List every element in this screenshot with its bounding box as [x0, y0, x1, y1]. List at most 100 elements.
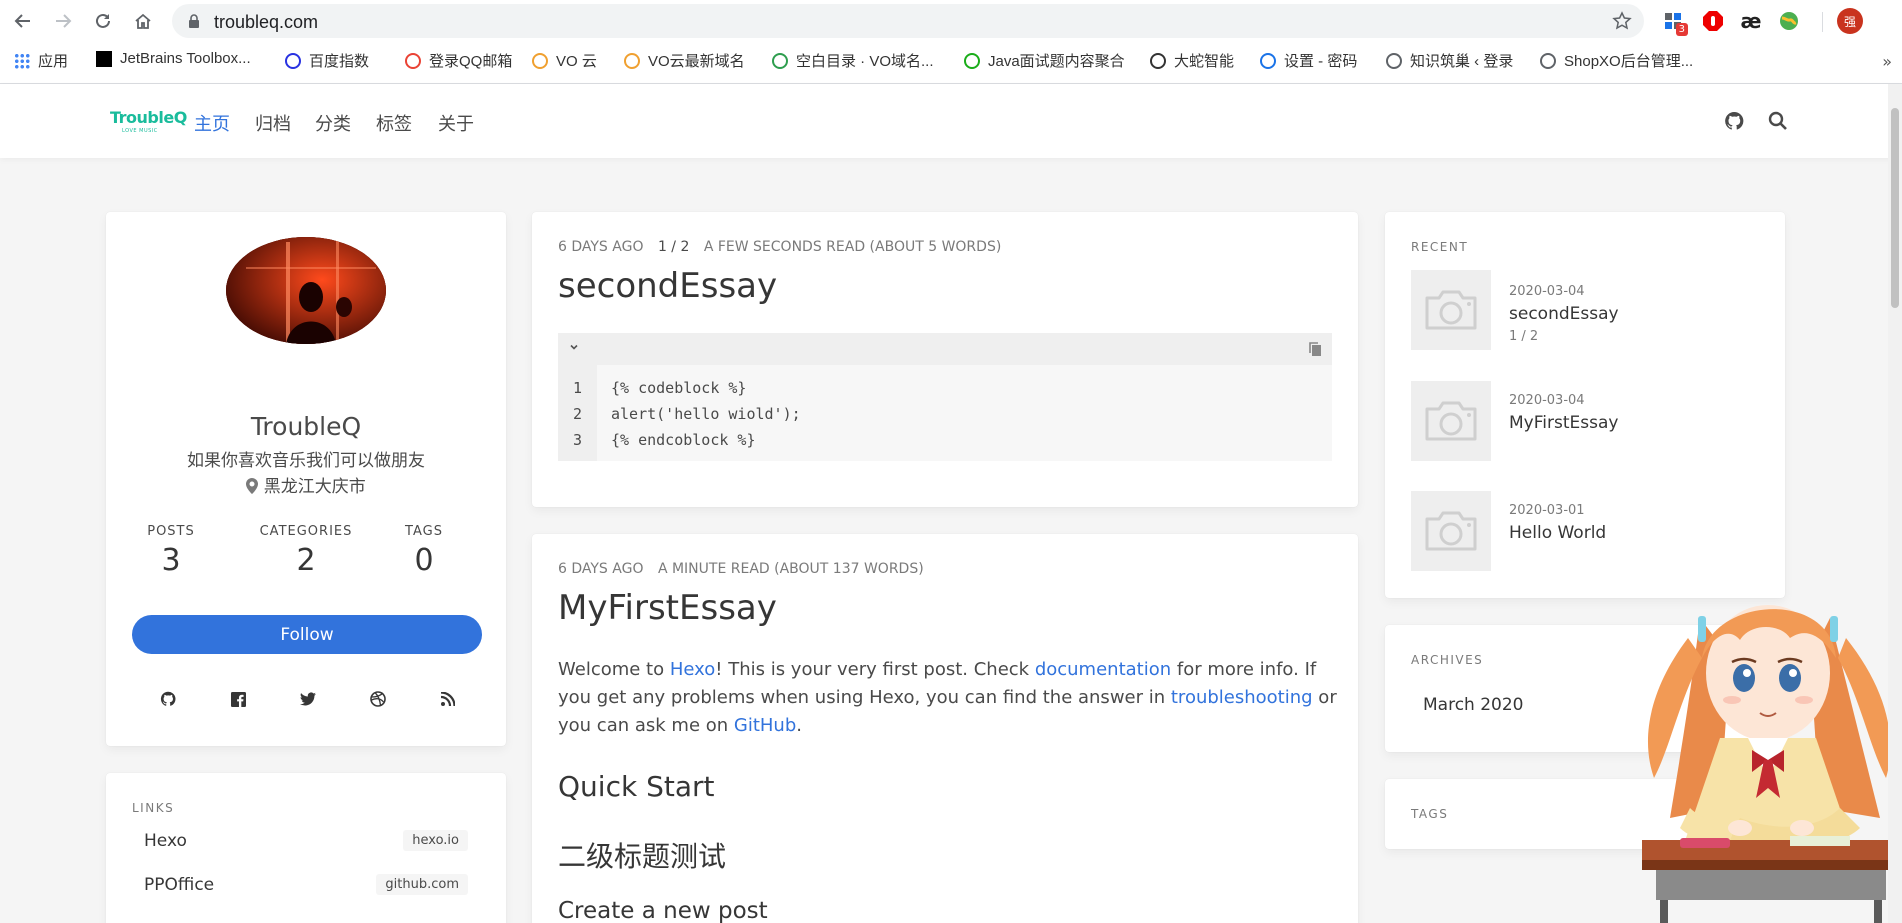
bookmark-item[interactable]: 空白目录 · VO域名...: [772, 50, 934, 71]
settings-gear-icon: [1260, 52, 1276, 69]
recent-card: RECENT 2020-03-04 secondEssay 1 / 2 2020…: [1385, 212, 1785, 598]
bookmark-item[interactable]: 百度指数: [285, 50, 369, 71]
bookmark-item[interactable]: 设置 - 密码: [1260, 50, 1357, 71]
camera-icon: [1425, 290, 1477, 330]
code-line: {% endcoblock %}: [611, 431, 756, 449]
dribbble-icon: [370, 691, 386, 707]
post-title[interactable]: secondEssay: [558, 266, 777, 306]
bookmark-item[interactable]: Java面试题内容聚合: [964, 50, 1125, 71]
bookmark-label: 知识筑巢 ‹ 登录: [1410, 53, 1514, 70]
globe-gray-icon: [1386, 52, 1402, 69]
github-icon: [1725, 111, 1744, 130]
globe-orange-icon: [532, 52, 548, 69]
location-text: 黑龙江大庆市: [263, 477, 366, 497]
bookmark-label: 空白目录 · VO域名...: [796, 53, 934, 70]
recent-post-title[interactable]: Hello World: [1509, 523, 1606, 543]
thumbnail-placeholder[interactable]: [1411, 270, 1491, 350]
bookmark-item[interactable]: JetBrains Toolbox...: [96, 50, 251, 67]
qq-mail-icon: [405, 52, 421, 69]
chevron-down-icon[interactable]: [568, 341, 580, 353]
nav-tags[interactable]: 标签: [376, 110, 412, 136]
thumbnail-placeholder[interactable]: [1411, 381, 1491, 461]
recent-post-title[interactable]: MyFirstEssay: [1509, 413, 1618, 433]
bookmark-item[interactable]: 登录QQ邮箱: [405, 50, 512, 71]
navbar-github-button[interactable]: [1724, 111, 1744, 135]
nav-home[interactable]: 主页: [194, 110, 230, 136]
post-date: 6 DAYS AGO: [558, 561, 644, 577]
jetbrains-icon: [96, 50, 112, 67]
extension-ae[interactable]: æ: [1738, 8, 1764, 34]
bookmark-star-icon[interactable]: [1612, 11, 1632, 31]
lock-icon[interactable]: [188, 14, 200, 28]
stat-value: 2: [296, 543, 316, 578]
bookmark-item[interactable]: VO 云: [532, 50, 597, 71]
social-github-link[interactable]: [158, 689, 178, 709]
post-read-time: A FEW SECONDS READ (ABOUT 5 WORDS): [703, 239, 1002, 255]
post-title[interactable]: MyFirstEssay: [558, 588, 777, 628]
post-category[interactable]: 1 / 2: [658, 239, 689, 255]
recent-post-title[interactable]: secondEssay: [1509, 304, 1619, 324]
link-hexo[interactable]: Hexo: [670, 659, 715, 680]
address-bar[interactable]: troubleq.com: [172, 4, 1644, 38]
thumbnail-placeholder[interactable]: [1411, 491, 1491, 571]
url-text[interactable]: troubleq.com: [214, 12, 318, 33]
extension-puzzle[interactable]: 3: [1660, 8, 1688, 36]
page-scrollbar[interactable]: [1888, 84, 1902, 923]
stat-categories[interactable]: CATEGORIES 2: [228, 524, 384, 578]
profile-avatar[interactable]: 强: [1837, 8, 1863, 34]
social-twitter-link[interactable]: [298, 689, 318, 709]
post-excerpt: Welcome to Hexo! This is your very first…: [558, 656, 1338, 740]
scrollbar-thumb[interactable]: [1891, 108, 1899, 308]
bookmark-item[interactable]: 大蛇智能: [1150, 50, 1234, 71]
bookmarks-overflow-button[interactable]: »: [1882, 52, 1892, 71]
link-documentation[interactable]: documentation: [1035, 659, 1171, 680]
nav-archives[interactable]: 归档: [255, 110, 291, 136]
social-rss-link[interactable]: [438, 689, 458, 709]
stat-posts[interactable]: POSTS 3: [106, 524, 236, 578]
navbar-search-button[interactable]: [1768, 111, 1788, 135]
back-button[interactable]: [10, 8, 36, 34]
bookmark-label: ShopXO后台管理...: [1564, 53, 1694, 70]
link-troubleshooting[interactable]: troubleshooting: [1171, 687, 1313, 708]
link-github[interactable]: GitHub: [734, 715, 796, 736]
archive-item[interactable]: March 2020: [1423, 695, 1524, 715]
stat-tags[interactable]: TAGS 0: [374, 524, 474, 578]
profile-location: 黑龙江大庆市: [106, 472, 506, 497]
recent-category[interactable]: 1 / 2: [1509, 329, 1538, 344]
stat-value: 0: [414, 543, 434, 578]
site-logo[interactable]: TroubleQ: [110, 108, 187, 127]
stat-label: CATEGORIES: [259, 524, 353, 539]
home-button[interactable]: [130, 8, 156, 34]
profile-card: TroubleQ 如果你喜欢音乐我们可以做朋友 黑龙江大庆市 POSTS 3 C…: [106, 212, 506, 746]
copy-icon[interactable]: [1308, 341, 1322, 357]
line-number: 1: [572, 379, 583, 397]
snake-icon: [1150, 52, 1166, 69]
site-navbar: TroubleQ LOVE MUSIC 主页 归档 分类 标签 关于: [0, 84, 1902, 158]
search-icon: [1768, 111, 1787, 130]
social-dribbble-link[interactable]: [368, 689, 388, 709]
link-name: PPOffice: [144, 874, 215, 895]
bookmark-item[interactable]: 知识筑巢 ‹ 登录: [1386, 50, 1513, 71]
bookmark-item[interactable]: 应用: [14, 50, 68, 71]
camera-icon: [1425, 401, 1477, 441]
extension-adblock[interactable]: [1700, 8, 1726, 34]
reload-button[interactable]: [90, 8, 116, 34]
ae-icon: æ: [1740, 9, 1762, 33]
live2d-mascot[interactable]: [1640, 578, 1902, 923]
follow-button[interactable]: Follow: [132, 615, 482, 654]
recent-date: 2020-03-04: [1509, 393, 1585, 408]
nav-about[interactable]: 关于: [438, 110, 474, 136]
link-item-ppoffice[interactable]: PPOffice github.com: [144, 874, 468, 895]
social-facebook-link[interactable]: [228, 689, 248, 709]
bookmark-label: 百度指数: [309, 53, 370, 70]
stat-label: POSTS: [147, 524, 195, 539]
bookmark-item[interactable]: VO云最新域名: [624, 50, 745, 71]
link-item-hexo[interactable]: Hexo hexo.io: [144, 830, 468, 851]
nav-categories[interactable]: 分类: [315, 110, 351, 136]
bookmark-item[interactable]: ShopXO后台管理...: [1540, 50, 1693, 71]
extension-globe[interactable]: [1776, 8, 1802, 34]
forward-button[interactable]: [50, 8, 76, 34]
stat-label: TAGS: [405, 524, 443, 539]
profile-bio: 如果你喜欢音乐我们可以做朋友: [187, 451, 425, 471]
recent-date: 2020-03-04: [1509, 284, 1585, 299]
